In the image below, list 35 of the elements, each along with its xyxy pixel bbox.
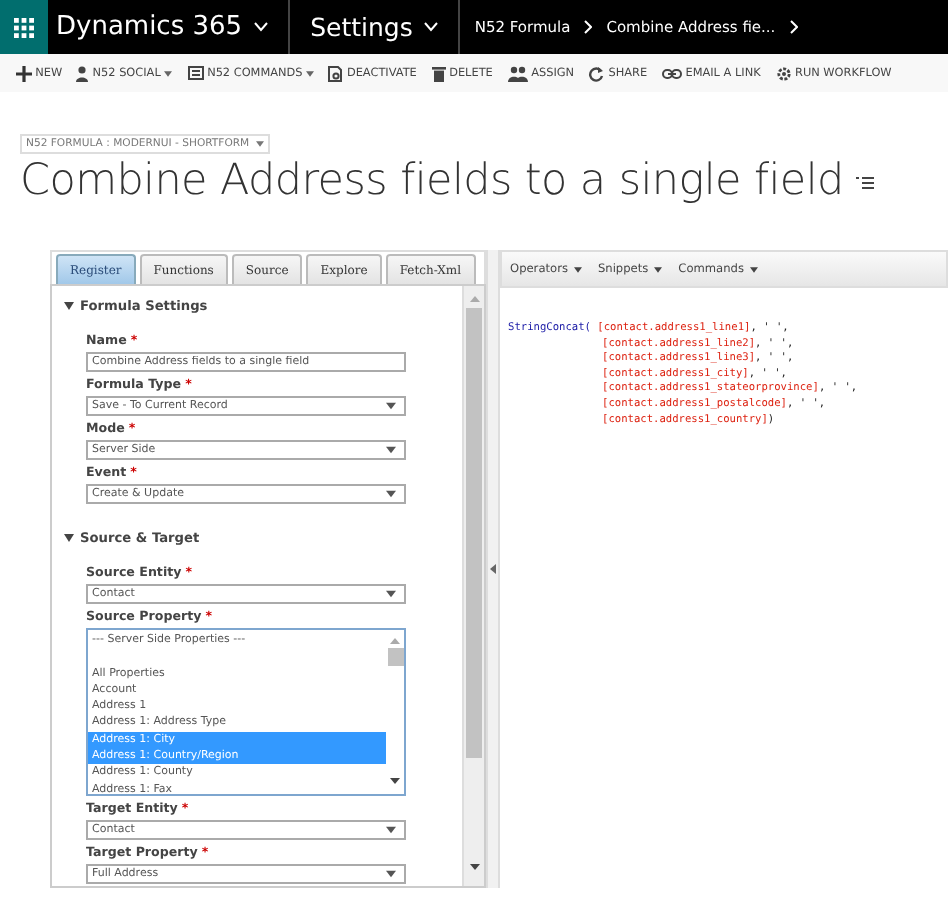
caret-icon — [386, 870, 396, 878]
share-icon — [588, 65, 605, 81]
menu-icon[interactable] — [855, 175, 874, 189]
scrollbar-thumb[interactable] — [466, 308, 482, 758]
caret-icon — [386, 402, 396, 410]
caret-icon — [386, 490, 396, 498]
caret-icon — [64, 302, 74, 310]
chevron-down-icon[interactable] — [424, 22, 439, 32]
caret-icon — [749, 265, 758, 273]
scroll-down-icon[interactable] — [390, 778, 400, 784]
caret-icon — [255, 140, 264, 148]
chevron-right-icon — [789, 20, 798, 34]
scroll-down-icon[interactable] — [469, 864, 479, 870]
app-name[interactable]: Dynamics 365 — [56, 12, 243, 42]
app-launcher-icon[interactable] — [14, 17, 34, 37]
caret-icon — [64, 534, 74, 542]
person-icon — [76, 65, 89, 81]
chevron-down-icon[interactable] — [254, 22, 269, 32]
splitter-handle-icon[interactable] — [490, 564, 496, 574]
caret-icon — [386, 826, 396, 834]
scrollbar-thumb[interactable] — [387, 648, 403, 666]
plus-icon — [15, 65, 32, 81]
trash-icon — [431, 65, 446, 81]
caret-icon — [573, 265, 582, 273]
link-icon — [661, 67, 682, 79]
people-icon — [507, 65, 528, 81]
caret-icon — [386, 590, 396, 598]
record-title: Combine Address fields to a single field — [20, 156, 844, 208]
caret-icon — [654, 265, 663, 273]
gear-icon — [775, 65, 791, 81]
list-icon — [187, 66, 204, 80]
area-name[interactable]: Settings — [310, 12, 413, 42]
caret-icon — [386, 446, 396, 454]
chevron-right-icon — [584, 20, 593, 34]
document-icon — [328, 65, 343, 81]
